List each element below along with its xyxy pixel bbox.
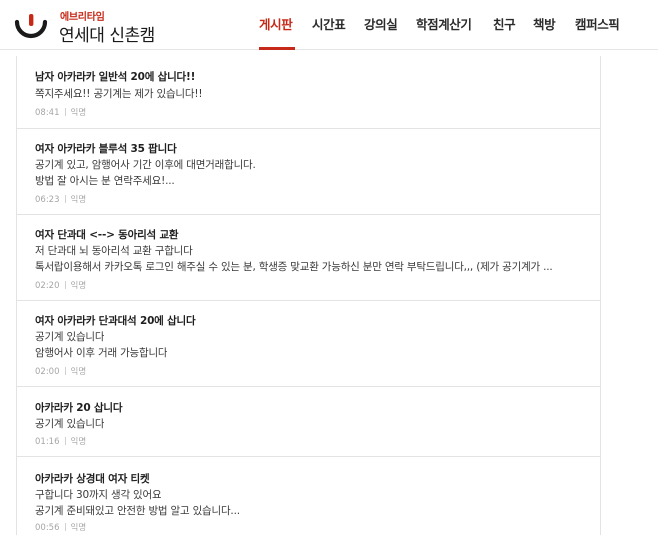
- post-title: 여자 아카라카 단과대석 20에 삽니다: [35, 315, 196, 327]
- nav-friends[interactable]: 친구: [493, 14, 516, 33]
- post-item[interactable]: 아카라카 상경대 여자 티켓 구합니다 30까지 생각 있어요 공기계 준비돼있…: [17, 457, 600, 535]
- nav-board[interactable]: 게시판: [259, 14, 293, 33]
- post-title: 아카라카 20 삽니다: [35, 402, 123, 414]
- post-meta: 01:16 익명: [35, 435, 86, 447]
- post-time: 02:00: [35, 367, 60, 377]
- post-item[interactable]: 아카라카 20 삽니다 공기계 있습니다 01:16 익명: [17, 387, 600, 457]
- post-time: 06:23: [35, 195, 60, 205]
- post-author: 익명: [70, 108, 87, 118]
- post-item[interactable]: 남자 아카라카 일반석 20에 삽니다!! 쪽지주세요!! 공기계는 제가 있습…: [17, 56, 600, 129]
- post-time: 01:16: [35, 437, 60, 447]
- post-meta: 02:00 익명: [35, 365, 86, 377]
- post-preview: 저 단과대 뇌 동아리석 교환 구합니다: [35, 245, 193, 257]
- post-meta: 08:41 익명: [35, 106, 86, 118]
- post-time: 02:20: [35, 281, 60, 291]
- post-list: 남자 아카라카 일반석 20에 삽니다!! 쪽지주세요!! 공기계는 제가 있습…: [16, 56, 601, 535]
- post-preview: 방법 잘 아시는 분 연락주세요!...: [35, 175, 175, 187]
- post-author: 익명: [70, 281, 87, 291]
- post-title: 여자 단과대 <--> 동아리석 교환: [35, 229, 179, 241]
- post-meta: 06:23 익명: [35, 193, 86, 205]
- post-item[interactable]: 여자 아카라카 블루석 35 팝니다 공기계 있고, 암행어사 기간 이후에 대…: [17, 129, 600, 215]
- post-time: 00:56: [35, 523, 60, 533]
- post-meta: 02:20 익명: [35, 279, 86, 291]
- post-author: 익명: [70, 523, 87, 533]
- post-preview: 쪽지주세요!! 공기계는 제가 있습니다!!: [35, 88, 203, 100]
- post-preview: 구합니다 30까지 생각 있어요: [35, 489, 162, 501]
- post-item[interactable]: 여자 아카라카 단과대석 20에 삽니다 공기계 있습니다 암행어사 이후 거래…: [17, 301, 600, 387]
- post-preview: 공기계 있습니다: [35, 418, 105, 430]
- post-title: 여자 아카라카 블루석 35 팝니다: [35, 143, 177, 155]
- post-title: 남자 아카라카 일반석 20에 삽니다!!: [35, 71, 196, 83]
- post-title: 아카라카 상경대 여자 티켓: [35, 473, 150, 485]
- top-header: 에브리타임 연세대 신촌캠 게시판 시간표 강의실 학점계산기 친구 책방 캠퍼…: [0, 0, 658, 50]
- post-author: 익명: [70, 195, 87, 205]
- main-nav: 게시판 시간표 강의실 학점계산기 친구 책방 캠퍼스픽: [0, 14, 658, 34]
- nav-timetable[interactable]: 시간표: [312, 14, 346, 33]
- active-tab-indicator: [259, 47, 295, 50]
- post-preview: 공기계 있고, 암행어사 기간 이후에 대면거래합니다.: [35, 159, 256, 171]
- nav-grade-calculator[interactable]: 학점계산기: [416, 14, 472, 33]
- post-meta: 00:56 익명: [35, 521, 86, 533]
- post-preview: 공기계 있습니다: [35, 331, 105, 343]
- nav-lecture-room[interactable]: 강의실: [364, 14, 398, 33]
- post-item[interactable]: 여자 단과대 <--> 동아리석 교환 저 단과대 뇌 동아리석 교환 구합니다…: [17, 215, 600, 301]
- post-preview: 공기계 준비돼있고 안전한 방법 알고 있습니다...: [35, 505, 240, 517]
- nav-bookstore[interactable]: 책방: [533, 14, 556, 33]
- post-author: 익명: [70, 437, 87, 447]
- post-preview: 암행어사 이후 거래 가능합니다: [35, 347, 168, 359]
- nav-campus-pick[interactable]: 캠퍼스픽: [575, 14, 620, 33]
- post-time: 08:41: [35, 108, 60, 118]
- post-author: 익명: [70, 367, 87, 377]
- post-preview: 톡서랍이용해서 카카오톡 로그인 해주실 수 있는 분, 학생증 맞교환 가능하…: [35, 261, 553, 273]
